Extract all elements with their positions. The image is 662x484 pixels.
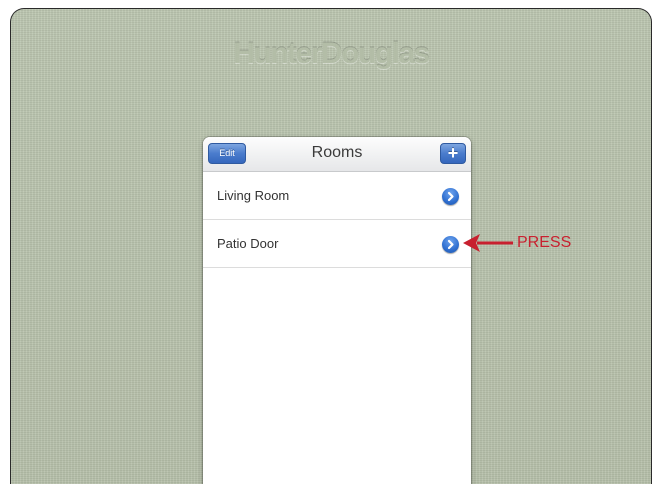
list-item-label: Patio Door	[217, 236, 279, 251]
chevron-right-icon[interactable]	[442, 236, 459, 253]
press-instruction-label: PRESS	[517, 234, 572, 251]
add-room-button[interactable]: +	[440, 143, 466, 164]
brand-logo: HunterDouglas	[233, 37, 430, 70]
list-item-living-room[interactable]: Living Room	[203, 172, 471, 220]
list-item-label: Living Room	[217, 188, 290, 203]
list-item-patio-door[interactable]: Patio Door	[203, 220, 471, 268]
rooms-list: Living Room Patio Door	[203, 172, 471, 268]
navigation-bar: Edit Rooms +	[203, 137, 471, 172]
rooms-panel: Edit Rooms + Living Room Patio Door	[203, 137, 471, 484]
page-title: Rooms	[311, 144, 363, 161]
chevron-right-icon[interactable]	[442, 188, 459, 205]
callout-arrow-icon	[463, 234, 513, 252]
